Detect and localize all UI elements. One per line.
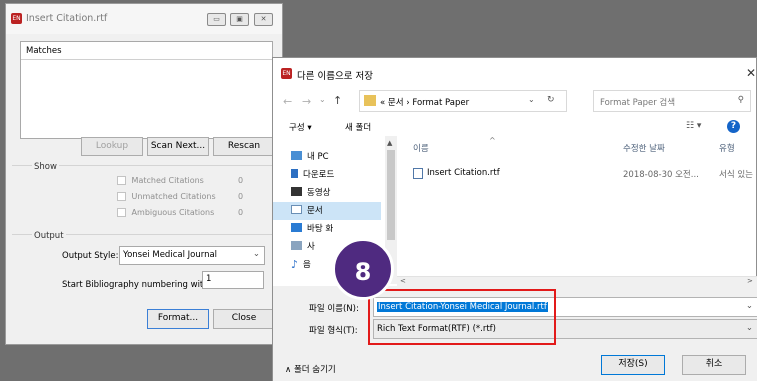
endnote-icon: EN — [11, 13, 22, 24]
unmatched-citations-label: Unmatched Citations — [131, 192, 216, 201]
ambiguous-citations-label: Ambiguous Citations — [131, 208, 215, 217]
save-button[interactable]: 저장(S) — [601, 355, 665, 375]
matches-list[interactable]: Matches — [20, 41, 273, 139]
checkbox[interactable] — [117, 208, 126, 217]
nav-item-videos[interactable]: 동영상 — [273, 184, 381, 202]
nav-item-pc[interactable]: 내 PC — [273, 148, 381, 166]
close-window-button[interactable]: ✕ — [254, 13, 273, 26]
scroll-right-icon[interactable]: > — [747, 277, 753, 285]
numbering-label: Start Bibliography numbering with: — [62, 280, 212, 290]
checkbox[interactable] — [117, 176, 126, 185]
minimize-button[interactable]: ▭ — [207, 13, 226, 26]
nav-item-desktop[interactable]: 바탕 화 — [273, 220, 381, 238]
document-icon — [291, 205, 302, 214]
help-icon[interactable]: ? — [727, 120, 740, 133]
unmatched-citations-row[interactable]: Unmatched Citations — [117, 192, 257, 201]
rescan-button[interactable]: Rescan — [213, 137, 275, 156]
window-title: Insert Citation.rtf — [26, 13, 108, 24]
insert-citation-window: EN Insert Citation.rtf ▭ ▣ ✕ Matches Loo… — [5, 3, 283, 345]
highlight-box — [368, 289, 556, 345]
matched-citations-row[interactable]: Matched Citations — [117, 176, 257, 185]
close-icon[interactable]: ✕ — [746, 66, 756, 80]
back-icon[interactable]: ← — [283, 95, 292, 108]
breadcrumb[interactable]: « 문서 › Format Paper — [380, 96, 469, 108]
scan-next-button[interactable]: Scan Next... — [147, 137, 209, 156]
file-type: 서식 있는 — [719, 170, 753, 180]
desktop-icon — [291, 223, 302, 232]
chevron-down-icon: ⌄ — [252, 249, 260, 259]
close-button[interactable]: Close — [213, 309, 275, 329]
picture-icon — [291, 241, 302, 250]
hide-folders-toggle[interactable]: ∧ 폴더 숨기기 — [285, 363, 336, 375]
scroll-up-icon[interactable]: ▲ — [387, 139, 392, 147]
horizontal-scrollbar[interactable]: < > — [397, 276, 757, 286]
format-button[interactable]: Format... — [147, 309, 209, 329]
forward-icon[interactable]: → — [302, 95, 311, 108]
search-icon: ⚲ — [737, 95, 744, 105]
chevron-down-icon[interactable]: ⌄ — [746, 301, 753, 311]
column-modified[interactable]: 수정한 날짜 — [623, 142, 665, 154]
chevron-down-icon[interactable]: ⌄ — [746, 323, 753, 333]
lookup-button[interactable]: Lookup — [81, 137, 143, 156]
column-type[interactable]: 유형 — [719, 142, 735, 154]
chevron-down-icon[interactable]: ⌄ — [319, 95, 326, 104]
up-icon[interactable]: ↑ — [333, 94, 342, 107]
file-list: 이름 ^ 수정한 날짜 유형 Insert Citation.rtf 2018-… — [397, 136, 757, 284]
checkbox[interactable] — [117, 192, 126, 201]
ambiguous-count: 0 — [238, 208, 244, 217]
new-folder-button[interactable]: 새 폴더 — [345, 121, 371, 133]
output-group-label: Output — [32, 231, 66, 241]
output-style-value: Yonsei Medical Journal — [123, 250, 218, 260]
organize-button[interactable]: 구성 ▾ — [289, 121, 312, 133]
maximize-button[interactable]: ▣ — [230, 13, 249, 26]
unmatched-count: 0 — [238, 192, 244, 201]
view-options-icon[interactable]: ☷ ▾ — [686, 121, 701, 131]
matched-count: 0 — [238, 176, 244, 185]
music-icon: ♪ — [291, 258, 299, 271]
address-bar[interactable]: « 문서 › Format Paper ⌄ ↻ — [359, 90, 567, 112]
chevron-up-icon: ∧ — [285, 365, 292, 375]
search-input[interactable]: Format Paper 검색 ⚲ — [593, 90, 751, 112]
file-name: Insert Citation.rtf — [427, 168, 500, 178]
title-bar: EN 다른 이름으로 저장 ✕ — [273, 58, 757, 88]
endnote-icon: EN — [281, 68, 292, 79]
step-badge: 8 — [332, 238, 394, 300]
filetype-label: 파일 형식(T): — [309, 326, 358, 336]
file-row[interactable]: Insert Citation.rtf 2018-08-30 오전... 서식 … — [413, 166, 757, 182]
output-style-label: Output Style: — [62, 251, 119, 261]
rtf-file-icon — [413, 168, 423, 179]
nav-item-downloads[interactable]: 다운로드 — [273, 166, 381, 184]
dialog-title: 다른 이름으로 저장 — [297, 71, 373, 82]
title-bar: EN Insert Citation.rtf ▭ ▣ ✕ — [6, 4, 282, 34]
chevron-down-icon[interactable]: ⌄ — [528, 95, 535, 104]
matched-citations-label: Matched Citations — [131, 176, 204, 185]
toolbar: 구성 ▾ 새 폴더 ☷ ▾ ? — [273, 116, 757, 138]
matches-header: Matches — [21, 42, 272, 60]
show-group-label: Show — [32, 162, 59, 172]
cancel-button[interactable]: 취소 — [682, 355, 746, 375]
filename-label: 파일 이름(N): — [309, 304, 359, 314]
nav-item-documents[interactable]: 문서 — [273, 202, 381, 220]
scroll-left-icon[interactable]: < — [400, 277, 406, 285]
scroll-thumb[interactable] — [387, 150, 395, 240]
output-style-select[interactable]: Yonsei Medical Journal ⌄ — [119, 246, 265, 265]
file-modified: 2018-08-30 오전... — [623, 170, 699, 180]
sort-up-icon: ^ — [489, 136, 496, 145]
video-icon — [291, 187, 302, 196]
folder-icon — [364, 95, 376, 106]
column-name[interactable]: 이름 — [413, 142, 429, 154]
download-icon — [291, 169, 298, 178]
numbering-input[interactable]: 1 — [202, 271, 264, 289]
refresh-icon[interactable]: ↻ — [547, 95, 555, 105]
ambiguous-citations-row[interactable]: Ambiguous Citations — [117, 208, 257, 217]
pc-icon — [291, 151, 302, 160]
search-placeholder: Format Paper 검색 — [600, 98, 676, 108]
